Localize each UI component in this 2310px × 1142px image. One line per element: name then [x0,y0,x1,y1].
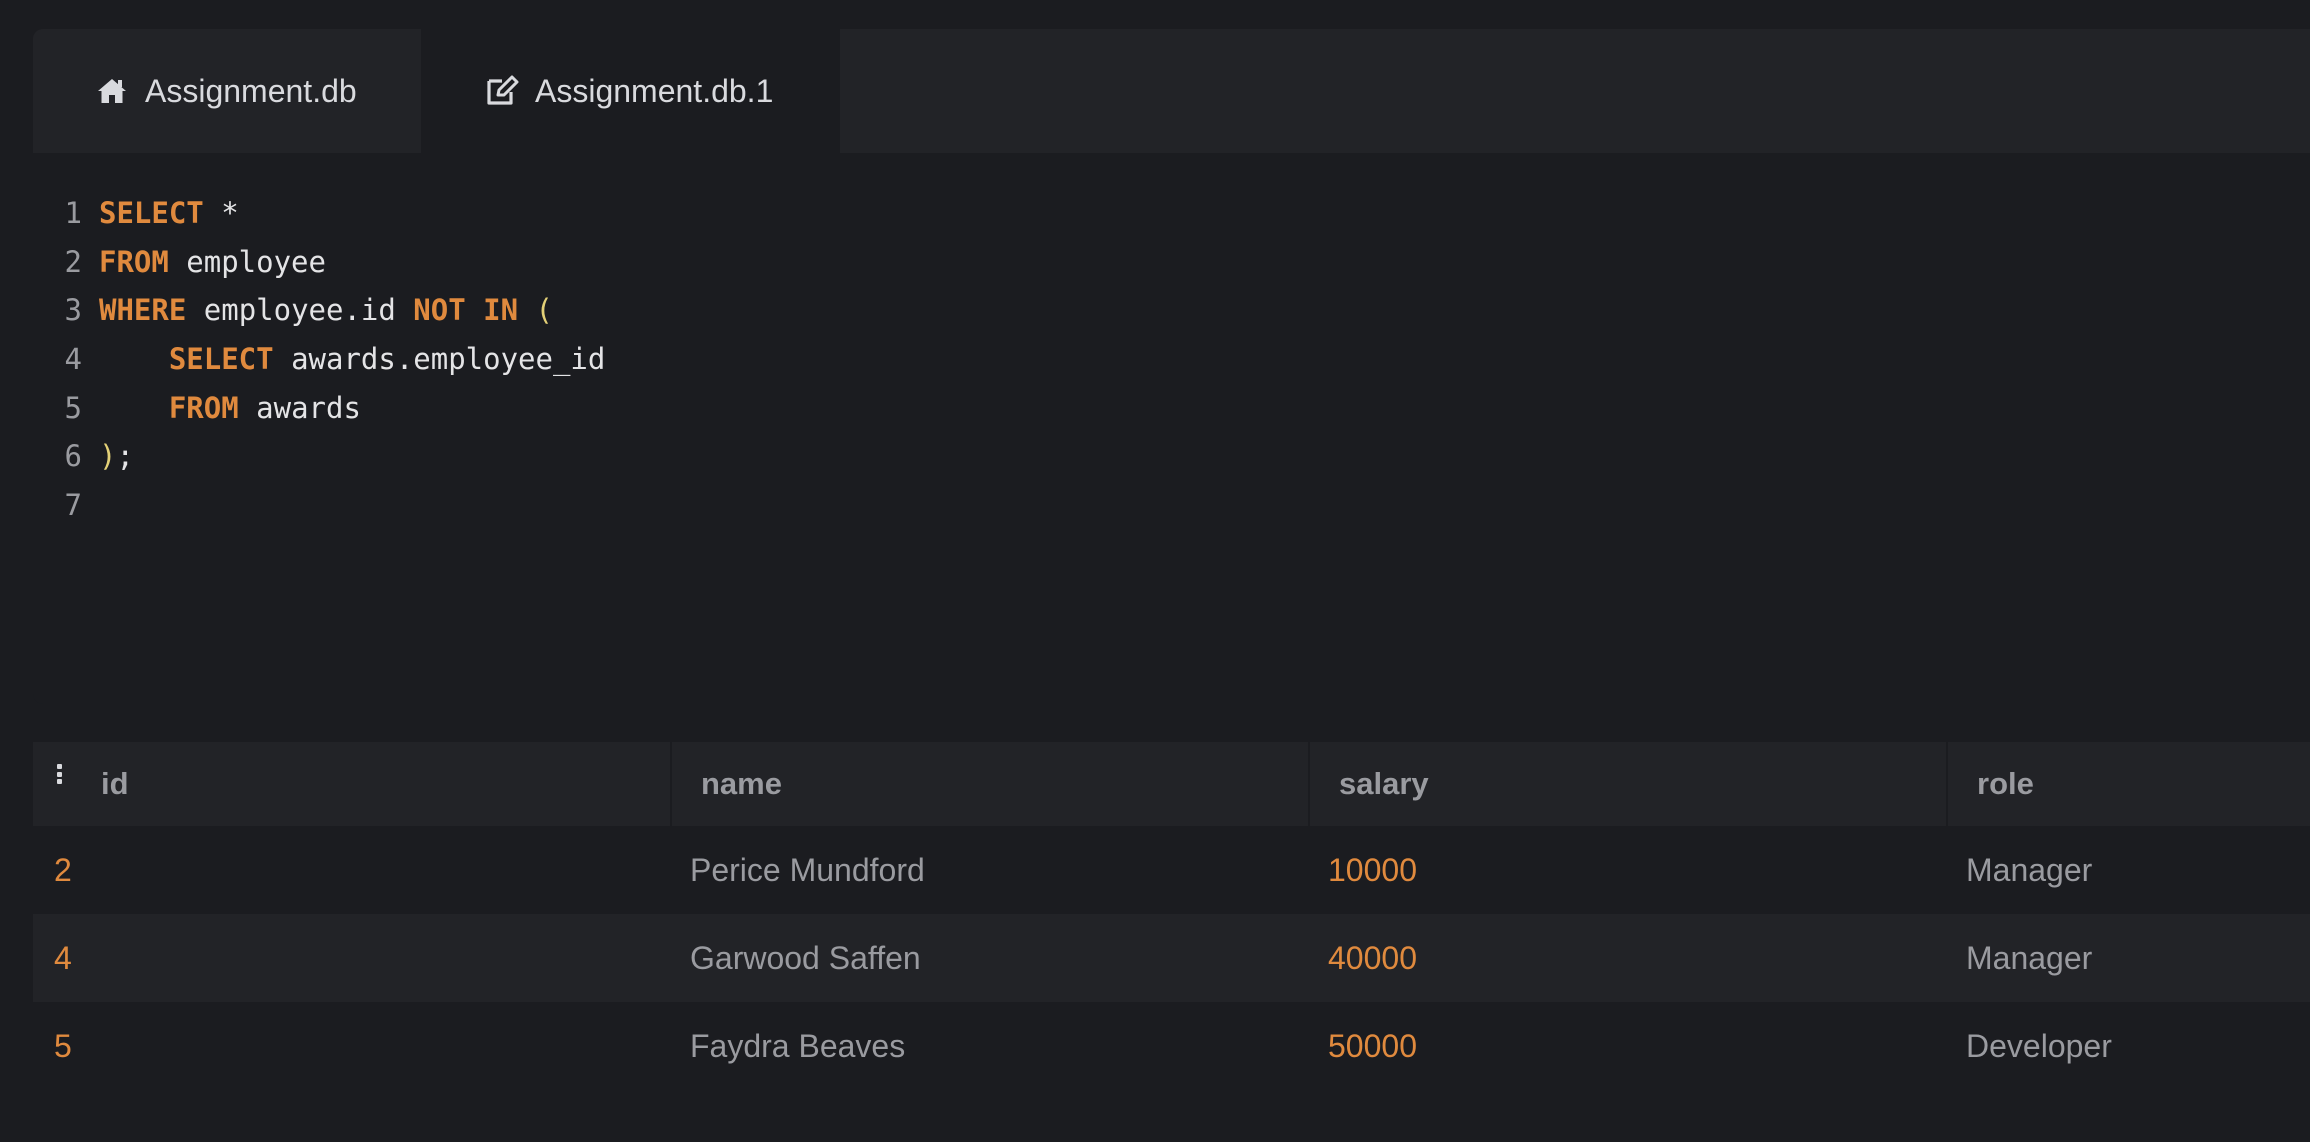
column-divider[interactable] [670,742,672,826]
cell-name: Faydra Beaves [690,1027,906,1064]
code-line: 4 SELECT awards.employee_id [33,335,2310,384]
code-line: 6 ); [33,432,2310,481]
column-header-id[interactable]: id [33,742,670,826]
sql-keyword: WHERE [99,293,187,328]
edit-icon [485,74,519,108]
column-header-label: name [701,766,782,801]
sql-editor[interactable]: 1 SELECT * 2 FROM employee 3 WHERE emplo… [33,153,2310,704]
column-header-salary[interactable]: salary [1308,742,1946,826]
sql-paren: ( [535,293,553,328]
sql-keyword: SELECT [99,196,204,230]
sql-text: employee [168,244,326,279]
tab-label: Assignment.db.1 [535,72,774,109]
table-row[interactable]: 4 Garwood Saffen 40000 Manager [33,914,2310,1002]
code-line: 2 FROM employee [33,238,2310,287]
column-menu-icon[interactable] [57,764,63,784]
line-number: 3 [64,293,82,328]
app-frame: Assignment.db Assignment.db.1 1 SELECT *… [33,29,2310,1090]
column-header-label: role [1977,766,2034,801]
tab-assignment-db[interactable]: Assignment.db [33,29,421,153]
cell-salary: 50000 [1328,1027,1417,1064]
column-header-label: id [101,766,129,801]
sql-text: * [203,196,239,230]
line-number: 1 [64,196,82,230]
line-number: 6 [64,439,82,474]
column-header-role[interactable]: role [1946,742,2310,826]
cell-id: 4 [54,939,72,976]
line-number: 2 [64,244,82,279]
tab-label: Assignment.db [145,72,357,109]
code-line: 7 [33,481,2310,530]
table-row[interactable]: 2 Perice Mundford 10000 Manager [33,826,2310,914]
sql-keyword: FROM [168,390,239,425]
sql-text: employee.id [186,293,414,328]
column-header-name[interactable]: name [670,742,1308,826]
cell-salary: 40000 [1328,939,1417,976]
line-number: 7 [64,488,82,523]
cell-salary: 10000 [1328,851,1417,888]
line-number: 4 [64,342,82,377]
tab-assignment-db-1[interactable]: Assignment.db.1 [421,29,840,153]
column-header-label: salary [1339,766,1429,801]
home-icon [95,74,129,108]
sql-text: awards [238,390,361,425]
cell-role: Manager [1966,851,2093,888]
cell-role: Manager [1966,939,2093,976]
cell-name: Perice Mundford [690,851,925,888]
table-header: id name salary role [33,742,2310,826]
column-divider[interactable] [1946,742,1948,826]
sql-paren: ) [99,439,117,474]
sql-indent [99,335,169,384]
cell-id: 2 [54,851,72,888]
code-line: 1 SELECT * [33,189,2310,238]
code-line: 5 FROM awards [33,384,2310,433]
code-line: 3 WHERE employee.id NOT IN ( [33,286,2310,335]
tab-bar: Assignment.db Assignment.db.1 [33,29,2310,153]
results-table: id name salary role 2 Perice Mundford 10… [33,742,2310,1090]
cell-id: 5 [54,1027,72,1064]
sql-indent [99,384,169,433]
table-row[interactable]: 5 Faydra Beaves 50000 Developer [33,1002,2310,1090]
sql-keyword: SELECT [168,342,274,377]
cell-role: Developer [1966,1027,2112,1064]
line-number: 5 [64,390,82,425]
sql-keyword: NOT IN [413,293,519,328]
sql-text: ; [116,439,134,474]
sql-keyword: FROM [99,244,169,279]
column-divider[interactable] [1308,742,1310,826]
sql-text: awards.employee_id [273,342,606,377]
cell-name: Garwood Saffen [690,939,921,976]
